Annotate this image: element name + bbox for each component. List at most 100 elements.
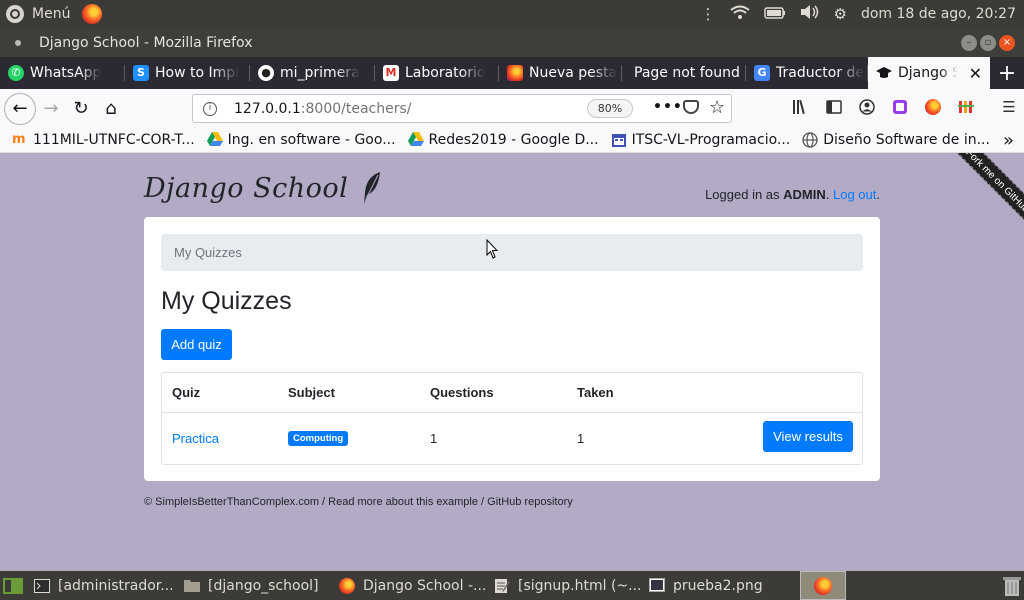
web-page: Django School Logged in as ADMIN. Log ou…: [0, 153, 1024, 571]
logged-user: ADMIN: [783, 187, 826, 202]
pocket-icon[interactable]: [683, 100, 699, 114]
close-window-button[interactable]: ×: [999, 34, 1015, 51]
view-results-button[interactable]: View results: [763, 421, 853, 452]
site-info-icon[interactable]: i: [203, 101, 217, 116]
site-brand[interactable]: Django School: [144, 171, 382, 205]
gmail-icon: M: [383, 65, 399, 81]
menu-label[interactable]: Menú: [32, 6, 70, 22]
tab-django-school[interactable]: Django Sc ✕: [868, 57, 990, 89]
text-editor-icon: [494, 578, 510, 594]
bookmark-item[interactable]: m 111MIL-UTNFC-COR-T...: [12, 132, 195, 148]
bookmark-label: ITSC-VL-Programacio...: [631, 132, 791, 148]
school-icon: [876, 65, 892, 81]
calendar-icon: [611, 132, 627, 148]
minimize-button[interactable]: –: [961, 34, 977, 51]
taskbar-item-editor[interactable]: [signup.html (~...: [489, 571, 644, 600]
tab-page-not-found[interactable]: Page not found: [622, 57, 746, 89]
window-title-bar[interactable]: Django School - Mozilla Firefox – ▫ ×: [0, 28, 1024, 57]
tab-gmail[interactable]: M Laboratorio: [375, 57, 499, 89]
clock[interactable]: dom 18 de ago, 20:27: [861, 6, 1016, 22]
extension-purple-icon[interactable]: [889, 95, 911, 119]
home-button[interactable]: ⌂: [96, 94, 126, 124]
account-icon[interactable]: [856, 95, 878, 119]
tab-whatsapp[interactable]: ✆ WhatsApp: [0, 57, 125, 89]
brand-text: Django School: [144, 172, 349, 204]
logout-link[interactable]: Log out: [833, 187, 876, 202]
bookmark-label: Redes2019 - Google D...: [428, 132, 599, 148]
ubuntu-menu-icon[interactable]: [6, 5, 24, 23]
taskbar-label: [signup.html (~...: [518, 577, 642, 594]
bookmark-label: Diseño Software de in...: [823, 132, 990, 148]
column-header: Questions: [430, 385, 494, 400]
tab-new[interactable]: Nueva pesta: [499, 57, 622, 89]
bookmark-label: 111MIL-UTNFC-COR-T...: [33, 132, 195, 148]
bookmark-label: Ing. en software - Goo...: [227, 132, 396, 148]
maximize-button[interactable]: ▫: [980, 34, 996, 51]
window-title: Django School - Mozilla Firefox: [39, 34, 253, 51]
close-tab-icon[interactable]: ✕: [969, 64, 982, 83]
extension-bars-icon[interactable]: [955, 95, 977, 119]
taskbar-item-folder[interactable]: [django_school]: [179, 571, 334, 600]
google-drive-icon: [206, 132, 223, 148]
trash-icon[interactable]: [997, 571, 1024, 600]
firefox-extension-icon[interactable]: [922, 95, 944, 119]
bookmark-item[interactable]: Ing. en software - Goo...: [206, 132, 396, 148]
tab-label: Traductor de: [776, 65, 865, 81]
wifi-icon[interactable]: [729, 5, 750, 23]
tab-strip: ✆ WhatsApp S How to Impl ● mi_primera M …: [0, 57, 1024, 89]
folder-icon: [184, 578, 200, 594]
page-actions-icon[interactable]: •••: [653, 99, 683, 115]
questions-count: 1: [430, 431, 438, 446]
system-top-panel: Menú ⋮ ⚙ dom 18 de ago, 20:27: [0, 0, 1024, 28]
forward-button[interactable]: →: [36, 94, 66, 124]
column-header: Taken: [577, 385, 614, 400]
firefox-launcher-icon[interactable]: [82, 4, 103, 24]
firefox-icon: [507, 65, 523, 81]
taskbar-item-firefox[interactable]: Django School -...: [334, 571, 489, 600]
drag-handle-icon: ⋮: [700, 5, 716, 23]
add-quiz-button[interactable]: Add quiz: [161, 329, 232, 360]
quizzes-table: Quiz Subject Questions Taken Practica Co…: [161, 372, 863, 465]
back-button[interactable]: ←: [4, 92, 36, 125]
column-header: Subject: [288, 385, 335, 400]
bookmark-item[interactable]: Redes2019 - Google D...: [407, 132, 599, 148]
url-text[interactable]: 127.0.0.1:8000/teachers/: [234, 101, 412, 117]
tab-github[interactable]: ● mi_primera: [250, 57, 375, 89]
bookmarks-overflow-icon[interactable]: »: [1003, 130, 1014, 151]
volume-icon[interactable]: [800, 5, 820, 23]
hamburger-menu-icon[interactable]: ☰: [998, 95, 1020, 119]
quiz-link[interactable]: Practica: [172, 431, 219, 446]
bookmark-star-icon[interactable]: ☆: [709, 97, 725, 118]
globe-icon: [802, 132, 818, 148]
page-title: My Quizzes: [161, 287, 292, 315]
github-icon: ●: [258, 65, 274, 81]
window-indicator-icon: [15, 39, 21, 46]
tab-label: mi_primera: [280, 65, 360, 81]
tab-label: Page not found: [634, 65, 740, 81]
taken-count: 1: [577, 431, 585, 446]
address-bar[interactable]: i 127.0.0.1:8000/teachers/ 80% ••• ☆: [192, 94, 732, 123]
library-icon[interactable]: [790, 95, 812, 119]
ribbon-label[interactable]: Fork me on GitHub: [927, 153, 1024, 251]
show-desktop-icon[interactable]: [0, 571, 29, 600]
zoom-indicator[interactable]: 80%: [587, 99, 633, 118]
tab-label: Django Sc: [898, 65, 958, 81]
bookmark-item[interactable]: ITSC-VL-Programacio...: [611, 132, 791, 148]
bookmark-item[interactable]: Diseño Software de in...: [802, 132, 990, 148]
settings-gear-icon[interactable]: ⚙: [834, 5, 847, 23]
taskbar-item-terminal[interactable]: [administrador...: [29, 571, 179, 600]
bookmarks-toolbar: m 111MIL-UTNFC-COR-T... Ing. en software…: [0, 128, 1024, 153]
tab-translate[interactable]: G Traductor de: [746, 57, 868, 89]
battery-icon[interactable]: [763, 5, 786, 23]
tab-label: How to Impl: [155, 65, 240, 81]
moodle-icon: m: [12, 132, 26, 147]
github-ribbon[interactable]: Fork me on GitHub: [918, 153, 1024, 253]
reload-button[interactable]: ↻: [66, 94, 96, 124]
taskbar-item-image[interactable]: prueba2.png: [644, 571, 799, 600]
taskbar-label: Django School -...: [363, 577, 487, 594]
sidebar-icon[interactable]: [823, 95, 845, 119]
navigation-toolbar: ← → ↻ ⌂ i 127.0.0.1:8000/teachers/ 80% •…: [0, 89, 1024, 128]
taskbar-firefox-launcher[interactable]: [800, 571, 846, 600]
tab-stackoverflow[interactable]: S How to Impl: [125, 57, 250, 89]
new-tab-button[interactable]: +: [990, 61, 1024, 86]
